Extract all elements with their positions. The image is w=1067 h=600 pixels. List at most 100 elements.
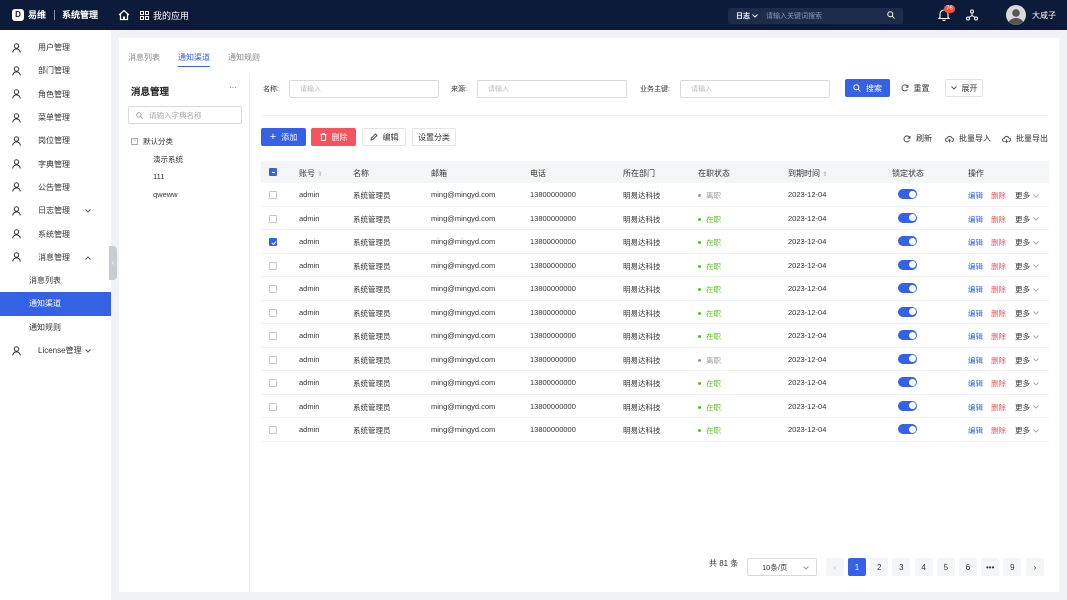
sort-icon[interactable]: ⇕ [822, 172, 827, 178]
table-row[interactable]: admin 系统管理员 ming@mingyd.com 13800000000 明易达科… [261, 395, 1049, 418]
user-menu[interactable]: 大咸子 [1006, 5, 1056, 25]
row-more-menu[interactable]: 更多 [1015, 284, 1039, 295]
search-icon[interactable] [887, 11, 903, 21]
col-expire[interactable]: 到期时间 ⇕ [788, 168, 827, 179]
row-checkbox[interactable] [269, 426, 277, 434]
row-checkbox[interactable] [269, 379, 277, 387]
lock-toggle[interactable] [898, 236, 917, 246]
table-row[interactable]: admin 系统管理员 ming@mingyd.com 13800000000 明易达科… [261, 324, 1049, 348]
page-prev-button[interactable]: ‹ [826, 558, 844, 576]
row-delete-link[interactable]: 删除 [991, 331, 1006, 342]
expand-button[interactable]: 展开 [945, 79, 983, 97]
row-edit-link[interactable]: 编辑 [968, 378, 983, 389]
row-edit-link[interactable]: 编辑 [968, 308, 983, 319]
table-row[interactable]: admin 系统管理员 ming@mingyd.com 13800000000 明易达科… [261, 183, 1049, 207]
sidebar-item[interactable]: 用户管理 [0, 36, 111, 59]
table-row[interactable]: admin 系统管理员 ming@mingyd.com 13800000000 明易达科… [261, 418, 1049, 442]
delete-button[interactable]: 删除 [311, 128, 356, 146]
row-more-menu[interactable]: 更多 [1015, 378, 1039, 389]
source-input[interactable]: 请输入 [476, 80, 627, 98]
row-delete-link[interactable]: 删除 [991, 284, 1006, 295]
lock-toggle[interactable] [898, 377, 917, 387]
sidebar-item[interactable]: 菜单管理 [0, 106, 111, 129]
table-row[interactable]: admin 系统管理员 ming@mingyd.com 13800000000 明易达科… [261, 348, 1049, 371]
tree-node[interactable]: 111 [153, 172, 164, 181]
chevron-down-icon[interactable] [85, 206, 100, 215]
sort-icon[interactable]: ⇕ [317, 172, 322, 178]
lock-toggle[interactable] [898, 353, 917, 364]
row-more-menu[interactable]: 更多 [1015, 425, 1039, 436]
row-delete-link[interactable]: 删除 [991, 261, 1006, 272]
set-category-button[interactable]: 设置分类 [412, 128, 456, 146]
refresh-button[interactable]: 刷新 [903, 133, 932, 144]
table-row[interactable]: admin 系统管理员 ming@mingyd.com 13800000000 明易达科… [261, 277, 1049, 301]
lock-toggle[interactable] [898, 189, 917, 199]
row-edit-link[interactable]: 编辑 [968, 402, 983, 413]
row-checkbox[interactable] [269, 238, 277, 246]
tab-notify-rule[interactable]: 通知规则 [228, 52, 260, 67]
row-checkbox[interactable] [269, 402, 277, 411]
row-delete-link[interactable]: 删除 [991, 355, 1006, 366]
chevron-up-icon[interactable] [85, 253, 100, 262]
search-button[interactable]: 搜索 [845, 79, 890, 97]
lock-toggle[interactable] [898, 330, 917, 340]
table-row[interactable]: admin 系统管理员 ming@mingyd.com 13800000000 明易达科… [261, 371, 1049, 395]
sidebar-item[interactable]: License管理 [0, 339, 111, 362]
row-more-menu[interactable]: 更多 [1015, 331, 1039, 342]
my-apps-button[interactable]: 我的应用 [140, 9, 189, 22]
lock-toggle[interactable] [898, 424, 917, 434]
page-next-button[interactable]: › [1026, 558, 1044, 576]
table-row[interactable]: admin 系统管理员 ming@mingyd.com 13800000000 明易达科… [261, 254, 1049, 277]
search-input[interactable]: 请输入关键词搜索 [760, 11, 887, 21]
table-row[interactable]: admin 系统管理员 ming@mingyd.com 13800000000 明易达科… [261, 301, 1049, 324]
row-checkbox[interactable] [269, 285, 277, 293]
row-checkbox[interactable] [269, 191, 277, 199]
sidebar-item[interactable]: 字典管理 [0, 152, 111, 175]
row-edit-link[interactable]: 编辑 [968, 331, 983, 342]
add-button[interactable]: + 添加 [261, 128, 306, 146]
row-edit-link[interactable]: 编辑 [968, 237, 983, 248]
search-type-select[interactable]: 日志 [728, 11, 760, 21]
sidebar-item[interactable]: 部门管理 [0, 59, 111, 82]
org-tree-icon[interactable] [966, 9, 978, 23]
row-delete-link[interactable]: 删除 [991, 308, 1006, 319]
row-checkbox[interactable] [269, 332, 277, 340]
col-account[interactable]: 账号 ⇕ [299, 168, 322, 179]
reset-button[interactable]: 重置 [895, 79, 935, 97]
row-more-menu[interactable]: 更多 [1015, 214, 1039, 225]
row-checkbox[interactable] [269, 355, 277, 364]
more-icon[interactable]: ··· [229, 83, 237, 92]
tree-node[interactable]: qweww [153, 190, 178, 199]
row-delete-link[interactable]: 删除 [991, 402, 1006, 413]
business-key-input[interactable]: 请输入 [679, 80, 830, 98]
row-edit-link[interactable]: 编辑 [968, 190, 983, 201]
row-more-menu[interactable]: 更多 [1015, 237, 1039, 248]
row-delete-link[interactable]: 删除 [991, 237, 1006, 248]
sidebar-item[interactable]: 系统管理 [0, 222, 111, 245]
sidebar-item[interactable]: 消息管理 [0, 246, 111, 269]
name-input[interactable]: 请输入 [288, 80, 439, 98]
notification-button[interactable]: 76 [937, 5, 955, 23]
row-more-menu[interactable]: 更多 [1015, 261, 1039, 272]
row-delete-link[interactable]: 删除 [991, 378, 1006, 389]
row-checkbox[interactable] [269, 261, 277, 270]
row-edit-link[interactable]: 编辑 [968, 214, 983, 225]
row-more-menu[interactable]: 更多 [1015, 190, 1039, 201]
sidebar-item[interactable]: 日志管理 [0, 199, 111, 222]
tree-search-input[interactable]: 请输入字典名称 [128, 106, 242, 124]
sidebar-collapse-handle[interactable]: ‹ [109, 246, 117, 280]
page-button[interactable]: 4 [914, 558, 933, 576]
row-checkbox[interactable] [269, 308, 277, 317]
row-edit-link[interactable]: 编辑 [968, 284, 983, 295]
tab-notify-channel[interactable]: 通知渠道 [178, 52, 210, 67]
page-button[interactable]: 3 [892, 558, 911, 576]
batch-import-button[interactable]: 批量导入 [945, 133, 991, 144]
page-button[interactable]: 5 [936, 558, 955, 576]
lock-toggle[interactable] [898, 400, 917, 411]
table-row[interactable]: admin 系统管理员 ming@mingyd.com 13800000000 明易达科… [261, 207, 1049, 230]
lock-toggle[interactable] [898, 212, 917, 223]
row-delete-link[interactable]: 删除 [991, 190, 1006, 201]
lock-toggle[interactable] [898, 283, 917, 293]
sidebar-item[interactable]: 角色管理 [0, 83, 111, 106]
chevron-down-icon[interactable] [85, 346, 100, 355]
